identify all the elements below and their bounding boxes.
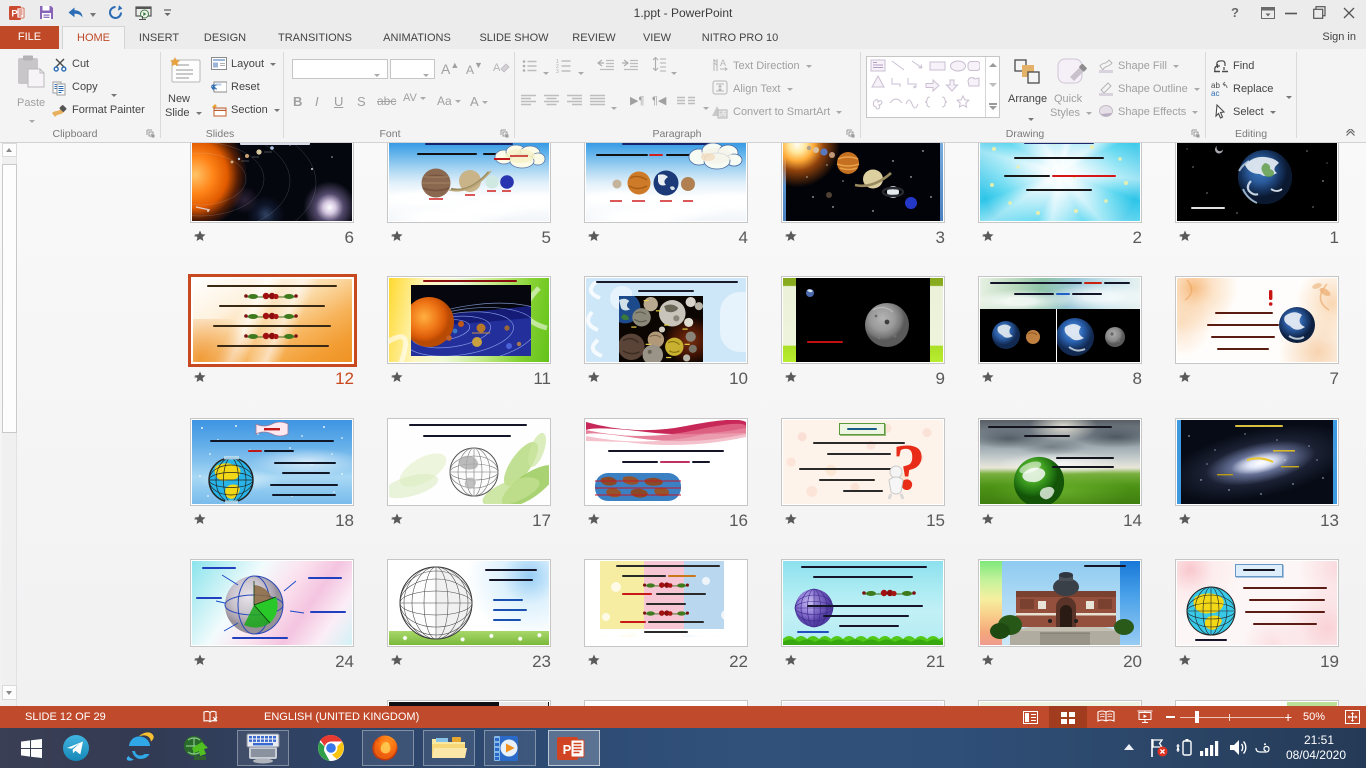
svg-text:ac: ac [1211, 89, 1219, 96]
svg-text:A: A [720, 58, 726, 68]
svg-text:P: P [11, 9, 18, 20]
svg-text:A: A [493, 62, 501, 74]
svg-text:3: 3 [556, 69, 559, 73]
svg-text:P: P [563, 742, 572, 757]
